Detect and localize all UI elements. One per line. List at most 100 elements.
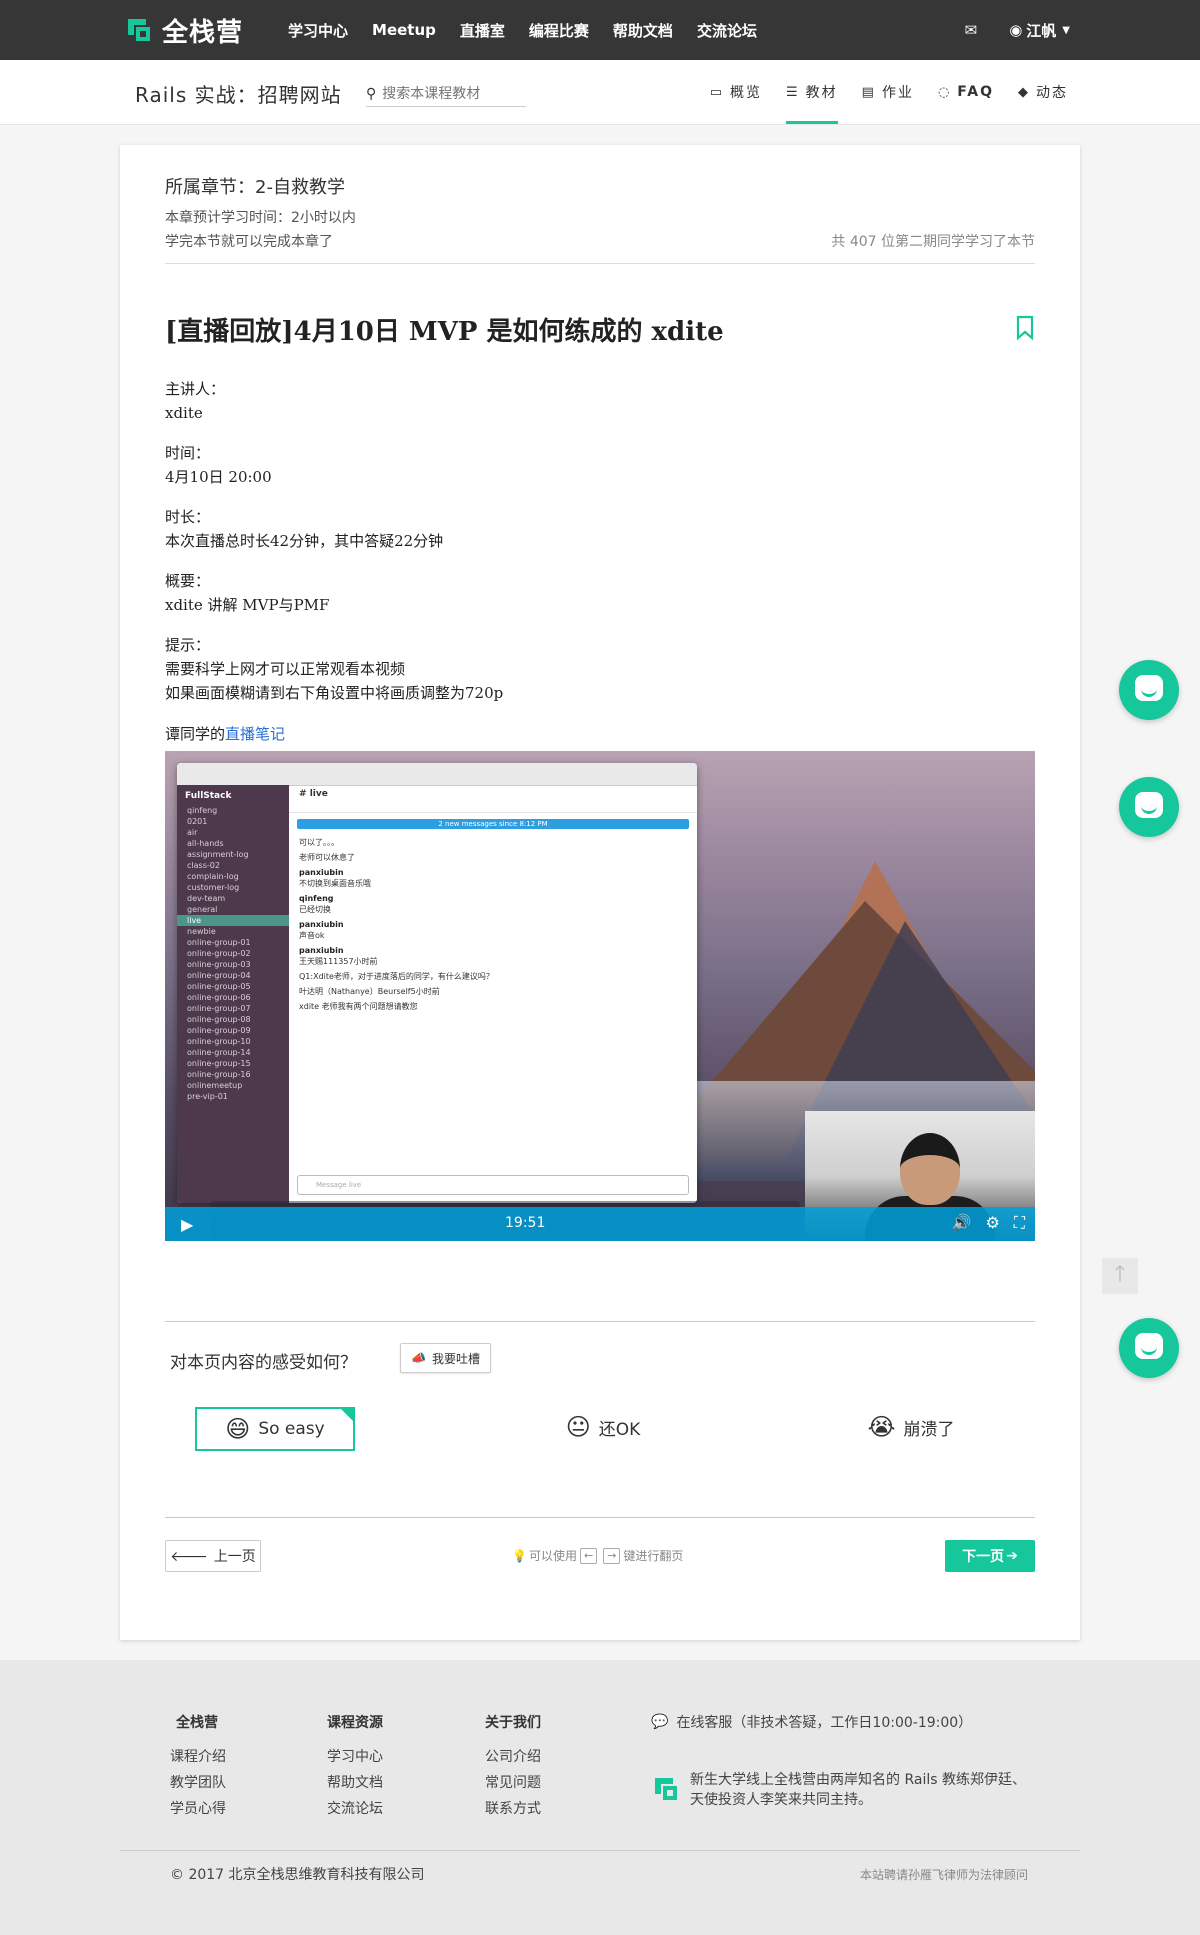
footer-link[interactable]: 公司介绍 (485, 1746, 541, 1766)
list-icon: ☰ (786, 84, 800, 100)
slack-channel: online-group-09 (187, 1026, 251, 1035)
slack-message: 叶达明（Nathanye）Beurself5小时前 (289, 984, 697, 999)
course-header: Rails 实战：招聘网站 ⚲ ▭ 概览 ☰ 教材 ▤ 作业 ◌ FAQ ◆ 动… (0, 60, 1200, 125)
tips-block: 提示： 需要科学上网才可以正常观看本视频 如果画面模糊请到右下角设置中将画质调整… (165, 633, 1035, 705)
message-author: panxiubin (299, 946, 344, 955)
footer-col-about: 关于我们 公司介绍 常见问题 联系方式 (485, 1712, 541, 1824)
volume-icon[interactable]: 🔊 (952, 1213, 972, 1233)
footer-link[interactable]: 交流论坛 (327, 1798, 383, 1818)
message-author: panxiubin (299, 868, 344, 877)
lightbulb-icon: 💡 (512, 1548, 527, 1563)
chat-icon: ◌ (937, 84, 952, 100)
finish-note: 学完本节就可以完成本章了 (165, 234, 333, 250)
prev-page-button[interactable]: 🡐 上一页 (165, 1540, 261, 1572)
message-text: 叶达明（Nathanye）Beurself5小时前 (299, 987, 440, 996)
next-page-button[interactable]: 下一页 ➔ (945, 1540, 1035, 1572)
slack-channel: general (187, 905, 218, 914)
slack-sidebar: FullStack qinfeng 0201 air all-hands assignm… (177, 785, 289, 1203)
message-text: 已经切换 (299, 905, 331, 914)
nav-learning-center[interactable]: 学习中心 (288, 20, 348, 41)
footer-link[interactable]: 联系方式 (485, 1798, 541, 1818)
play-icon[interactable]: ▶ (181, 1215, 193, 1234)
lesson-title: [直播回放]4月10日 MVP 是如何练成的 xdite (165, 317, 724, 347)
tab-homework[interactable]: ▤ 作业 (862, 60, 914, 124)
arrow-right-icon: ➔ (1006, 1548, 1018, 1564)
slack-channel: dev-team (187, 894, 226, 903)
footer-link[interactable]: 学习中心 (327, 1746, 383, 1766)
footer-col-title: 关于我们 (485, 1715, 541, 1731)
presenter-head (900, 1133, 960, 1205)
nav-live-room[interactable]: 直播室 (460, 20, 505, 41)
nav-contest[interactable]: 编程比赛 (529, 20, 589, 41)
block-value: 如果画面模糊请到右下角设置中将画质调整为720p (165, 684, 504, 702)
course-search: ⚲ (366, 82, 526, 107)
chat-icon: 💬 (651, 1714, 669, 1730)
tab-activity[interactable]: ◆ 动态 (1018, 60, 1068, 124)
slack-channel-list: qinfeng 0201 air all-hands assignment-log cla… (177, 805, 289, 1102)
user-icon: ◉ (1009, 21, 1023, 39)
slack-message: 老师可以休息了 (289, 850, 697, 865)
back-to-top-button[interactable]: 🡑 (1102, 1258, 1138, 1294)
footer-col-title: 课程资源 (327, 1715, 383, 1731)
tab-overview[interactable]: ▭ 概览 (710, 60, 762, 124)
footer-link[interactable]: 学员心得 (170, 1798, 226, 1818)
feedback-option-ok[interactable]: 😐 还OK (543, 1407, 663, 1447)
chat-float-button[interactable] (1119, 660, 1179, 720)
feedback-question: 对本页内容的感受如何？ (170, 1353, 357, 1373)
megaphone-icon: 📣 (411, 1351, 426, 1365)
online-service[interactable]: 💬 在线客服（非技术答疑，工作日10:00-19:00） (651, 1712, 972, 1732)
slack-channel: online-group-05 (187, 982, 251, 991)
option-label: 还OK (598, 1419, 641, 1440)
main-nav: 学习中心 Meetup 直播室 编程比赛 帮助文档 交流论坛 (288, 0, 781, 60)
video-player[interactable]: FullStack qinfeng 0201 air all-hands assignm… (165, 751, 1035, 1241)
footer-link[interactable]: 帮助文档 (327, 1772, 383, 1792)
user-menu[interactable]: ◉ 江帆 ▼ (1009, 20, 1070, 41)
chat-float-button[interactable] (1119, 1318, 1179, 1378)
slack-channel: complain-log (187, 872, 239, 881)
message-text: 不切换到桌面音乐哦 (299, 879, 371, 888)
slack-channel: online-group-14 (187, 1048, 251, 1057)
monitor-icon: ▭ (709, 84, 724, 100)
copyright: © 2017 北京全栈思维教育科技有限公司 (170, 1867, 425, 1883)
message-author: qinfeng (299, 894, 334, 903)
feedback-option-easy[interactable]: 😄 So easy (195, 1407, 355, 1451)
slack-message: 可以了。。。 (289, 835, 697, 850)
footer-link[interactable]: 课程介绍 (170, 1746, 226, 1766)
feedback-option-crash[interactable]: 😭 崩溃了 (841, 1407, 981, 1447)
complain-button[interactable]: 📣 我要吐槽 (400, 1343, 491, 1373)
channel-name: live (309, 789, 328, 799)
key-right: → (603, 1547, 621, 1564)
feedback-options: 😄 So easy 😐 还OK 😭 崩溃了 (165, 1407, 1035, 1451)
chat-bubble-icon (1135, 1333, 1163, 1359)
tab-materials[interactable]: ☰ 教材 (786, 60, 838, 124)
prev-label: 上一页 (213, 1549, 256, 1565)
slack-channel: air (187, 828, 198, 837)
caret-down-icon: ▼ (1062, 24, 1070, 36)
message-text: xdite 老师我有两个问题想请教您 (299, 1002, 418, 1011)
slack-channel: online-group-15 (187, 1059, 251, 1068)
fullscreen-icon[interactable]: ⛶ (1014, 1213, 1025, 1233)
nav-help-docs[interactable]: 帮助文档 (613, 20, 673, 41)
settings-gear-icon[interactable]: ⚙ (985, 1213, 999, 1233)
service-text: 在线客服（非技术答疑，工作日10:00-19:00） (676, 1715, 973, 1731)
option-label: So easy (258, 1419, 325, 1439)
footer-link[interactable]: 教学团队 (170, 1772, 226, 1792)
bookmark-icon[interactable] (1015, 315, 1035, 341)
chat-bubble-icon (1135, 675, 1163, 701)
slack-channel-title: # live (289, 785, 697, 813)
nav-meetup[interactable]: Meetup (372, 21, 436, 39)
live-notes-link[interactable]: 直播笔记 (225, 725, 285, 743)
slack-channel: newbie (187, 927, 216, 936)
chat-float-button[interactable] (1119, 777, 1179, 837)
course-search-input[interactable] (380, 85, 515, 103)
video-time: 19:51 (505, 1215, 546, 1231)
nav-forum[interactable]: 交流论坛 (697, 20, 757, 41)
site-logo[interactable]: 全栈营 (124, 12, 243, 48)
slack-channel: qinfeng (187, 806, 218, 815)
message-text: Q1:Xdite老师，对于进度落后的同学，有什么建议吗？ (299, 972, 494, 981)
slack-channel: customer-log (187, 883, 240, 892)
footer-link[interactable]: 常见问题 (485, 1772, 541, 1792)
tab-faq[interactable]: ◌ FAQ (938, 60, 994, 124)
divider (120, 1850, 1080, 1851)
mail-icon[interactable]: ✉ (965, 21, 978, 39)
